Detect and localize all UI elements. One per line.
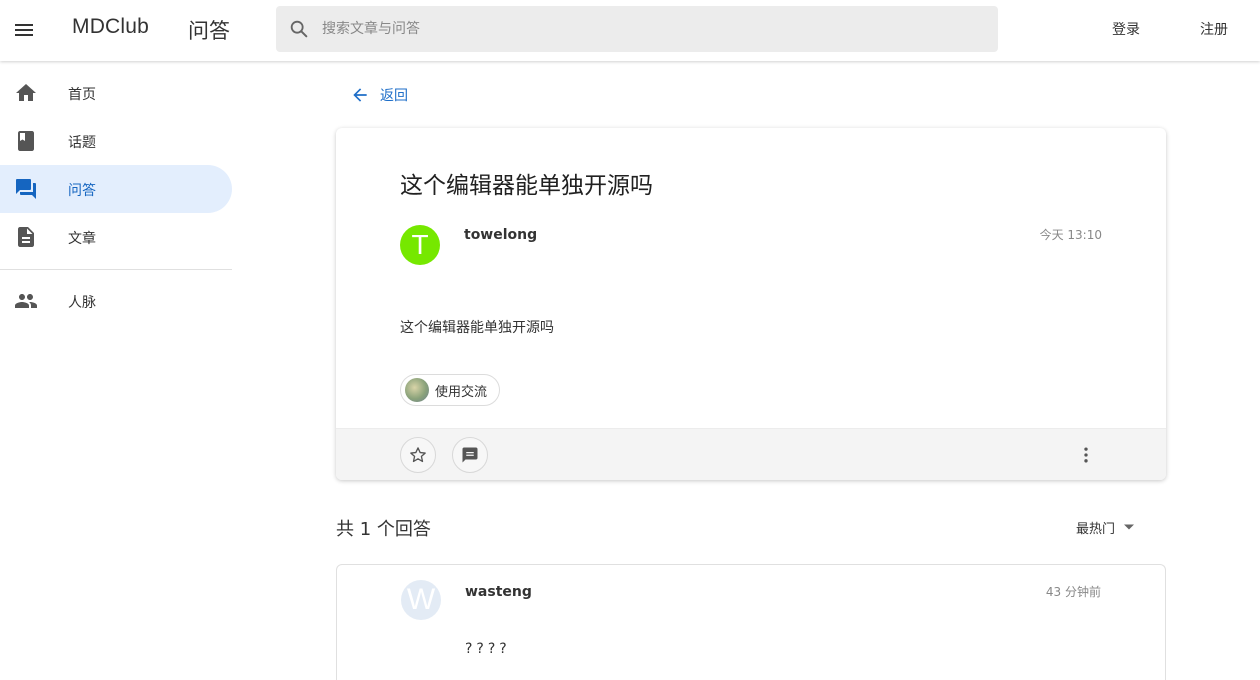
follow-button[interactable] xyxy=(400,437,436,473)
question-card: 这个编辑器能单独开源吗 T towelong 今天 13:10 这个编辑器能单独… xyxy=(336,128,1166,480)
sidebar: 首页 话题 问答 文章 人脉 xyxy=(0,61,232,680)
brand-title[interactable]: MDClub xyxy=(72,15,149,39)
back-label: 返回 xyxy=(380,88,408,104)
people-icon xyxy=(15,294,37,308)
sort-label: 最热门 xyxy=(1076,521,1116,537)
question-body: 这个编辑器能单独开源吗 xyxy=(400,320,554,336)
menu-icon xyxy=(15,24,33,36)
register-button[interactable]: 注册 xyxy=(1188,12,1240,46)
top-app-bar: MDClub 问答 登录 注册 xyxy=(0,0,1260,61)
avatar[interactable]: T xyxy=(400,225,440,265)
book-icon xyxy=(18,131,34,151)
sidebar-item-label: 文章 xyxy=(68,231,96,247)
answer-time: 43 分钟前 xyxy=(1045,585,1101,599)
topic-label: 使用交流 xyxy=(435,384,488,400)
search-input[interactable] xyxy=(322,6,982,52)
avatar[interactable]: W xyxy=(401,580,441,620)
arrow-drop-down-icon xyxy=(1124,524,1135,530)
forum-icon xyxy=(16,179,36,199)
topic-image xyxy=(405,378,429,402)
sort-dropdown[interactable]: 最热门 xyxy=(1076,512,1135,542)
arrow-back-icon xyxy=(353,88,367,102)
description-icon xyxy=(18,227,34,247)
more-button[interactable] xyxy=(1068,437,1104,473)
sidebar-item-articles[interactable]: 文章 xyxy=(0,213,232,261)
more-vert-icon xyxy=(1084,447,1088,463)
question-author[interactable]: towelong xyxy=(464,227,537,243)
sidebar-divider xyxy=(0,269,232,270)
sidebar-item-label: 首页 xyxy=(68,87,96,103)
section-title: 问答 xyxy=(188,19,230,43)
sidebar-item-home[interactable]: 首页 xyxy=(0,69,232,117)
home-icon xyxy=(16,84,36,101)
sidebar-item-topics[interactable]: 话题 xyxy=(0,117,232,165)
question-title: 这个编辑器能单独开源吗 xyxy=(400,173,653,199)
sidebar-item-people[interactable]: 人脉 xyxy=(0,277,232,325)
menu-button[interactable] xyxy=(0,6,48,54)
login-button[interactable]: 登录 xyxy=(1100,12,1152,46)
question-time: 今天 13:10 xyxy=(1039,228,1102,242)
sidebar-item-label: 话题 xyxy=(68,135,96,151)
topic-chip[interactable]: 使用交流 xyxy=(400,374,501,406)
star-outline-icon xyxy=(410,447,426,463)
comment-button[interactable] xyxy=(452,437,488,473)
sidebar-item-label: 人脉 xyxy=(68,295,96,311)
comment-icon xyxy=(462,447,478,463)
answer-author[interactable]: wasteng xyxy=(465,584,532,600)
answer-card: W wasteng 43 分钟前 ???? xyxy=(336,564,1166,680)
answer-body: ???? xyxy=(465,641,511,657)
card-actions xyxy=(336,428,1166,480)
search-bar[interactable] xyxy=(276,6,998,52)
search-icon xyxy=(290,20,308,38)
sidebar-item-label: 问答 xyxy=(68,183,96,199)
answers-count: 共 1 个回答 xyxy=(336,519,431,540)
back-link[interactable]: 返回 xyxy=(350,80,408,110)
sidebar-item-questions[interactable]: 问答 xyxy=(0,165,232,213)
